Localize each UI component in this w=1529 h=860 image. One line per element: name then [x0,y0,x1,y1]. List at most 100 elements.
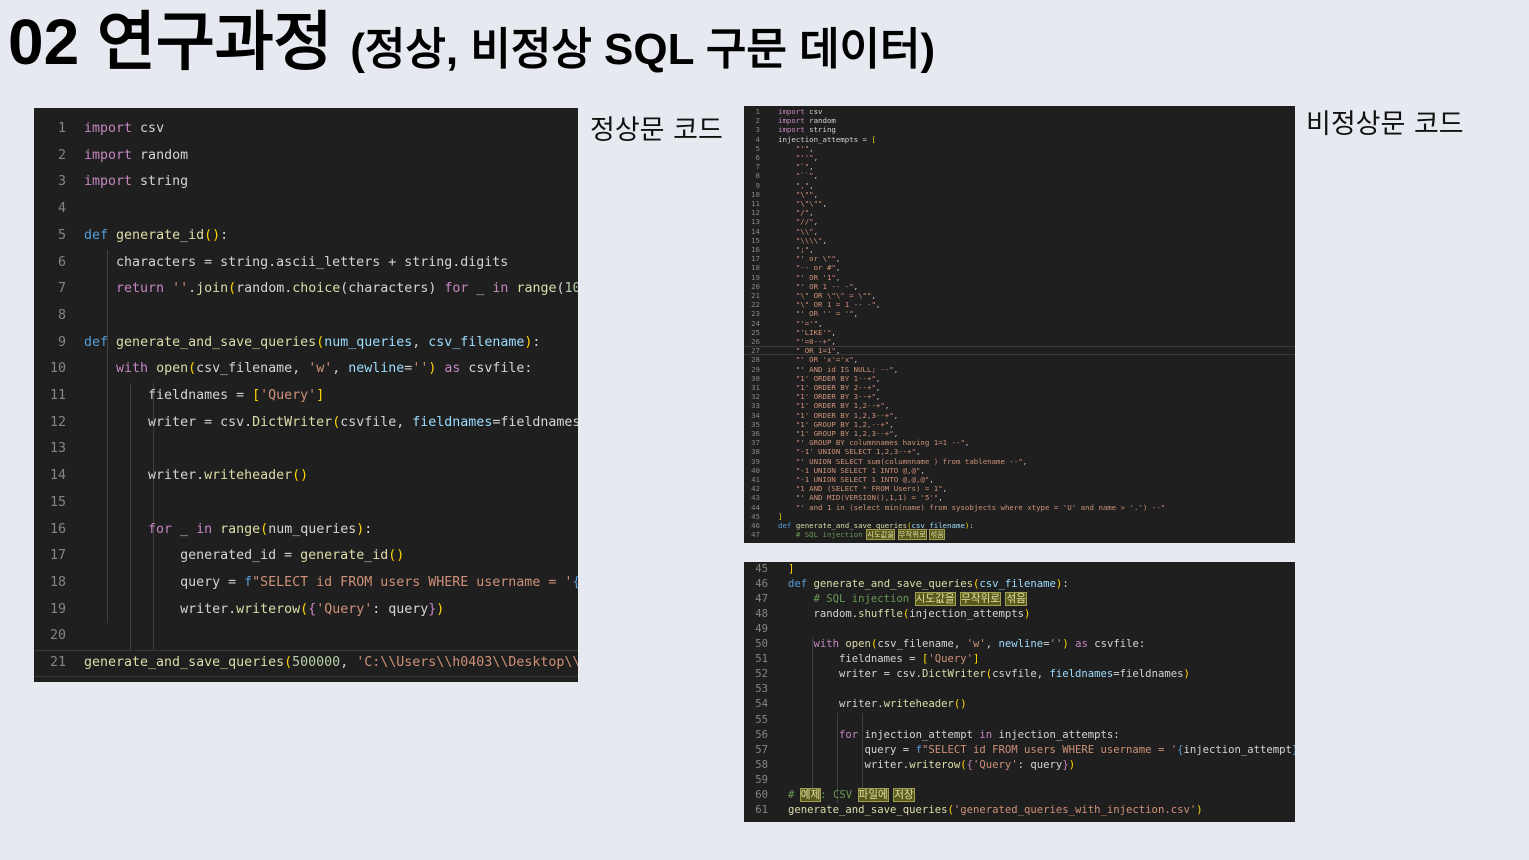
code-text: fieldnames = ['Query'] [84,388,325,403]
line-number: 9 [57,334,66,350]
code-line: 5 "'", [744,144,1295,153]
code-line: 7 "`", [744,162,1295,171]
code-text: "' OR '' = '", [795,309,859,319]
line-number: 46 [755,578,768,591]
code-text: writer.writeheader() [788,698,967,711]
line-number: 11 [49,388,66,403]
code-line: 8 "``", [744,171,1295,180]
code-line: 38 "-1' UNION SELECT 1,2,3--+", [744,447,1295,456]
line-number: 23 [751,309,760,319]
code-line: 46 def generate_and_save_queries(csv_file… [744,577,1295,592]
code-line: 43 "' AND MID(VERSION(),1,1) = '5'", [744,493,1295,502]
code-line: 16 for _ in range(num_queries): [34,517,578,544]
code-text: "`", [795,162,814,172]
code-text: import random [84,147,189,163]
line-number: 8 [755,171,760,181]
code-line: 30 "1' ORDER BY 1--+", [744,374,1295,383]
line-number: 53 [755,683,768,696]
code-text: "-1 UNION SELECT 1 INTO @,@,@", [795,475,934,484]
line-number: 61 [755,803,768,816]
code-line: 47 # SQL injection 시도값을 무작위로 섞음 [744,592,1295,607]
code-text: generated_id = generate_id() [84,548,405,564]
line-number: 28 [751,355,760,365]
code-text: import string [84,174,189,190]
code-text: "-1 UNION SELECT 1 INTO @,@", [795,465,925,475]
code-text: "\"", [795,189,819,199]
line-number: 56 [755,728,768,741]
code-line: 7 return ''.join(random.choice(character… [34,276,578,303]
code-line: 59 [744,773,1295,788]
line-number: 30 [751,373,760,383]
line-number: 52 [755,668,768,681]
code-line: 29 "' AND id IS NULL; --", [744,365,1295,374]
code-text: "\"\"", [795,199,827,208]
line-number: 14 [49,468,66,484]
slide-title: 02 연구과정 (정상, 비정상 SQL 구문 데이터) [8,2,935,90]
code-text: "' OR 'x'='x", [795,355,859,365]
code-line: 14 "\\", [744,227,1295,236]
code-line: 15 [34,490,578,517]
code-text: "' AND id IS NULL; --", [795,364,899,374]
line-number: 3 [57,174,66,190]
code-line: 11 "\"\"", [744,199,1295,208]
code-line: 60 # 예제: CSV 파일에 저장 [744,787,1295,803]
code-line: 12 "/", [744,208,1295,217]
code-line: 6 characters = string.ascii_letters + st… [34,250,578,277]
line-number: 47 [755,593,768,606]
line-number: 29 [751,364,760,374]
title-subtitle: (정상, 비정상 SQL 구문 데이터) [350,25,936,74]
code-line: 3 import string [744,125,1295,134]
code-text: generate_and_save_queries('generated_que… [788,803,1203,816]
code-text: "' and 1 in (select min(name) from sysob… [795,502,1166,512]
line-number: 32 [751,392,760,402]
code-line: 3 import string [34,169,578,196]
caption-abnormal-code: 비정상문 코드 [1306,109,1464,140]
code-line: 49 [744,622,1295,637]
code-line: 36 "1' GROUP BY 1,2,3--+", [744,429,1295,438]
code-text: "/", [795,208,814,218]
line-number: 17 [751,254,760,264]
code-line: 41 "-1 UNION SELECT 1 INTO @,@,@", [744,475,1295,484]
code-line: 2 import random [744,116,1295,125]
code-line: 53 [744,682,1295,697]
line-number: 20 [49,628,66,644]
code-line: 8 [34,303,578,330]
code-line: 58 writer.writerow({'Query': query}) [744,758,1295,773]
code-text: "``", [795,171,819,181]
line-number: 59 [755,773,768,786]
line-number: 7 [755,162,760,172]
line-number: 18 [751,263,760,273]
line-number: 2 [57,147,66,163]
code-text: fieldnames = ['Query'] [788,653,980,666]
code-text: with open(csv_filename, 'w', newline='')… [813,638,1146,651]
code-line: 48 random.shuffle(injection_attempts) [744,607,1295,622]
line-number: 48 [755,608,768,621]
line-number: 21 [49,655,66,670]
line-number: 16 [751,245,760,254]
code-text: random.shuffle(injection_attempts) [788,608,1031,621]
code-text: "' OR 1 -- -", [795,281,859,291]
code-text: "\\", [795,226,819,236]
code-text: writer = csv.DictWriter(csvfile, fieldna… [84,414,578,430]
line-number: 31 [751,383,760,392]
line-number: 60 [755,788,768,801]
code-text: "'='", [795,318,823,328]
code-line: 11 fieldnames = ['Query'] [34,383,578,410]
code-line: 19 "' OR '1", [744,273,1295,282]
line-number: 7 [57,281,66,297]
code-line: 39 "' UNION SELECT sum(columnname ) from… [744,457,1295,466]
code-text: "' AND MID(VERSION(),1,1) = '5'", [795,493,943,503]
abnormal-code-screenshot-top: 1 import csv 2 import random 3 import string 4… [744,106,1295,543]
line-number: 12 [751,208,760,218]
code-text: "\" OR \"\" = \"", [795,291,876,300]
code-line: 1 import csv [34,116,578,143]
line-number: 20 [751,281,760,291]
code-text: ] [788,563,795,575]
code-line: 37 "' GROUP BY columnnames having 1=1 --… [744,438,1295,447]
line-number: 10 [751,189,760,199]
code-text: "1 AND (SELECT * FROM Users) = 1", [795,484,948,494]
code-line: 4 injection_attempts = [ [744,135,1295,144]
line-number: 49 [755,623,768,636]
code-text: writer.writerow({'Query': query}) [788,758,1076,771]
code-text: query = f"SELECT id FROM users WHERE use… [84,574,578,590]
